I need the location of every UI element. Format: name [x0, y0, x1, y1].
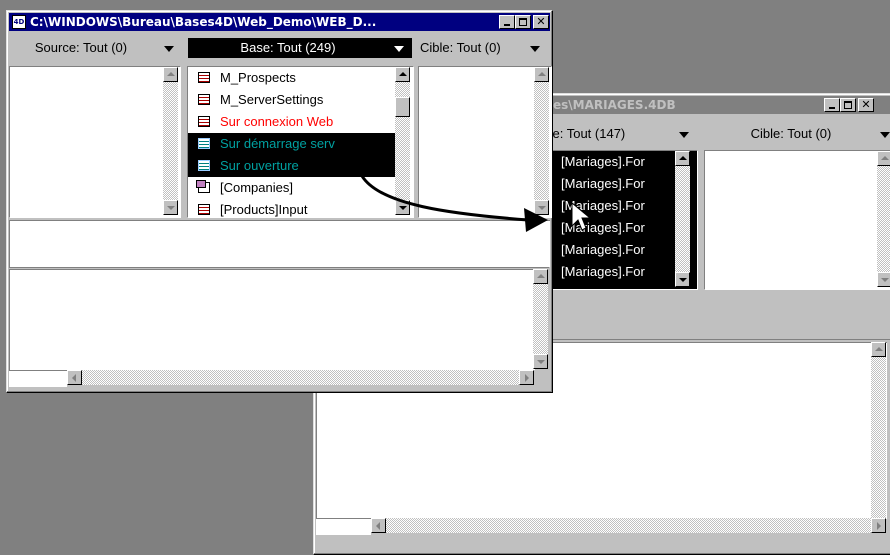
- drag-arrow-head: [524, 208, 548, 232]
- drag-arrow-overlay: [360, 175, 592, 232]
- mouse-cursor-icon: [571, 201, 592, 231]
- drag-arrow-path: [360, 175, 529, 222]
